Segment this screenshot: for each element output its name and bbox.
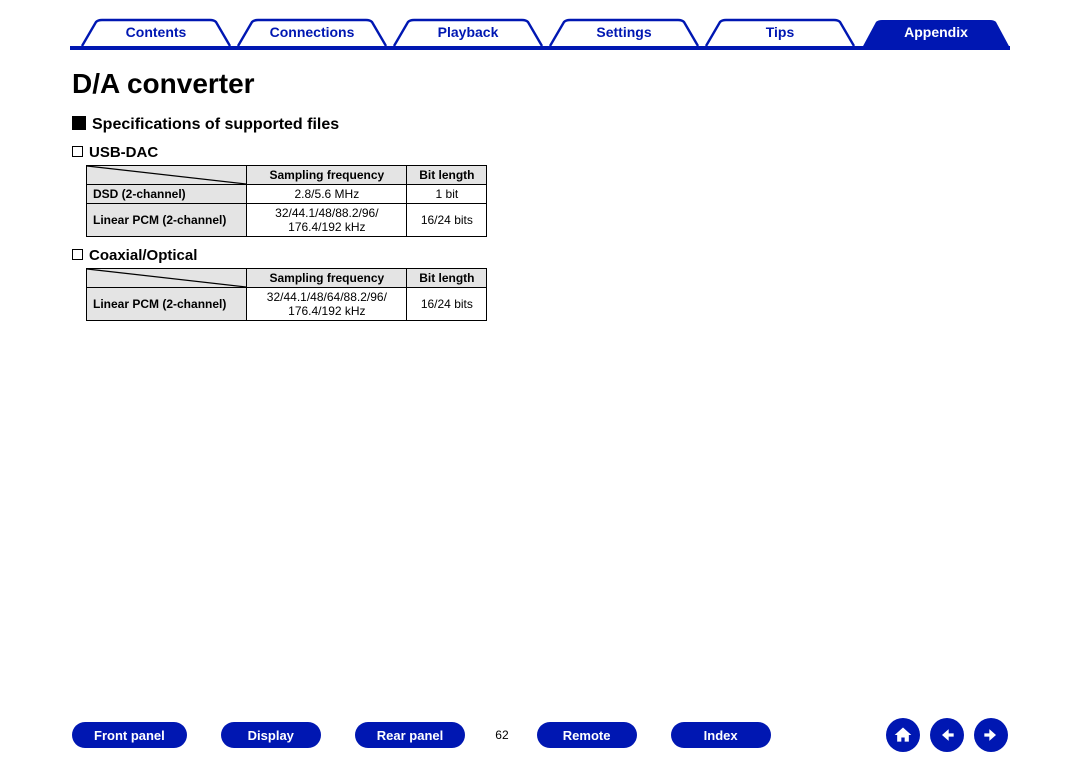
row-label: DSD (2-channel) (87, 185, 247, 204)
cell-freq: 32/44.1/48/64/88.2/96/ 176.4/192 kHz (247, 288, 407, 321)
coax-heading-text: Coaxial/Optical (89, 247, 197, 264)
col-sampling-frequency: Sampling frequency (247, 166, 407, 185)
cell-bits: 1 bit (407, 185, 487, 204)
prev-button[interactable] (930, 718, 964, 752)
display-button[interactable]: Display (221, 722, 321, 748)
index-button[interactable]: Index (671, 722, 771, 748)
tab-connections[interactable]: Connections (238, 24, 386, 40)
section-heading-text: Specifications of supported files (92, 116, 339, 133)
home-icon (893, 725, 913, 745)
coax-table: Sampling frequency Bit length Linear PCM… (86, 268, 487, 321)
hollow-square-icon (72, 146, 83, 157)
row-label: Linear PCM (2-channel) (87, 204, 247, 237)
cell-bits: 16/24 bits (407, 204, 487, 237)
tab-contents[interactable]: Contents (82, 24, 230, 40)
usb-dac-heading: USB-DAC (72, 144, 1080, 161)
table-corner-cell (87, 166, 247, 185)
cell-bits: 16/24 bits (407, 288, 487, 321)
top-nav: Contents Connections Playback Settings T… (0, 10, 1080, 56)
hollow-square-icon (72, 249, 83, 260)
row-label: Linear PCM (2-channel) (87, 288, 247, 321)
rear-panel-button[interactable]: Rear panel (355, 722, 465, 748)
square-bullet-icon (72, 116, 86, 130)
front-panel-button[interactable]: Front panel (72, 722, 187, 748)
cell-freq: 2.8/5.6 MHz (247, 185, 407, 204)
col-sampling-frequency: Sampling frequency (247, 269, 407, 288)
table-corner-cell (87, 269, 247, 288)
home-button[interactable] (886, 718, 920, 752)
col-bit-length: Bit length (407, 269, 487, 288)
section-heading: Specifications of supported files (72, 116, 1080, 134)
table-row: Linear PCM (2-channel) 32/44.1/48/88.2/9… (87, 204, 487, 237)
tab-tips[interactable]: Tips (706, 24, 854, 40)
tab-appendix[interactable]: Appendix (862, 24, 1010, 40)
bottom-nav: Front panel Display Rear panel 62 Remote… (0, 717, 1080, 753)
usb-dac-table: Sampling frequency Bit length DSD (2-cha… (86, 165, 487, 237)
usb-dac-heading-text: USB-DAC (89, 144, 158, 161)
table-row: Sampling frequency Bit length (87, 166, 487, 185)
table-row: DSD (2-channel) 2.8/5.6 MHz 1 bit (87, 185, 487, 204)
cell-freq: 32/44.1/48/88.2/96/ 176.4/192 kHz (247, 204, 407, 237)
page-title: D/A converter (72, 68, 1080, 100)
next-button[interactable] (974, 718, 1008, 752)
arrow-right-icon (981, 725, 1001, 745)
coax-heading: Coaxial/Optical (72, 247, 1080, 264)
page-number: 62 (495, 728, 508, 742)
tab-playback[interactable]: Playback (394, 24, 542, 40)
col-bit-length: Bit length (407, 166, 487, 185)
arrow-left-icon (937, 725, 957, 745)
table-row: Sampling frequency Bit length (87, 269, 487, 288)
tab-settings[interactable]: Settings (550, 24, 698, 40)
table-row: Linear PCM (2-channel) 32/44.1/48/64/88.… (87, 288, 487, 321)
remote-button[interactable]: Remote (537, 722, 637, 748)
